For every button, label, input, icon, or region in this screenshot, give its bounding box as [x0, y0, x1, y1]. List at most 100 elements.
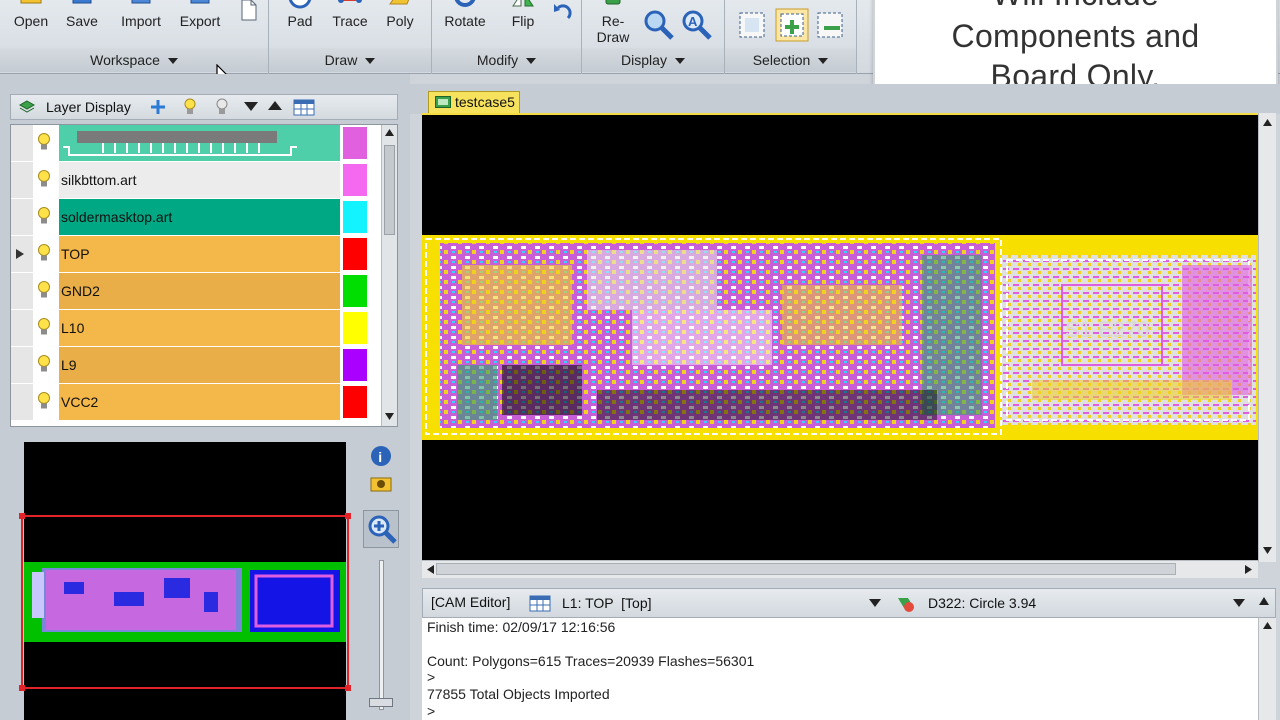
select-box-icon[interactable] [737, 10, 767, 40]
zoom-in-icon [368, 515, 397, 544]
layer-name: VCC2 [59, 384, 340, 420]
lightbulb-on-icon[interactable] [37, 354, 51, 374]
current-layer-arrow-icon [16, 249, 24, 259]
display-group: Re- Draw A Display [582, 0, 725, 74]
layer-list-scrollbar[interactable] [381, 125, 397, 426]
layer-row[interactable]: L10 [11, 310, 383, 346]
zoom-in-button[interactable] [363, 510, 399, 548]
undo-icon[interactable] [552, 0, 574, 22]
aperture-select[interactable]: D322: Circle 3.94 [923, 592, 1248, 614]
layer-color-swatch[interactable] [343, 349, 367, 381]
import-button[interactable]: Import [116, 0, 166, 46]
layer-color-swatch[interactable] [343, 238, 367, 270]
layer-color-swatch[interactable] [343, 386, 367, 418]
zoom-slider-thumb[interactable] [369, 698, 393, 707]
camera-icon[interactable] [370, 473, 392, 493]
save-button[interactable]: Save [57, 0, 107, 46]
layer-select[interactable]: L1: TOP [Top] [557, 592, 887, 614]
scroll-up-icon[interactable] [1263, 622, 1272, 629]
folder-icon [20, 0, 42, 4]
pad-button[interactable]: Pad [275, 0, 325, 46]
chevron-down-icon[interactable] [869, 599, 881, 607]
layer-color-swatch[interactable] [343, 164, 367, 196]
silkscreen-text: S1 E270 [1065, 317, 1149, 342]
layer-row[interactable]: L9 [11, 347, 383, 383]
scrollbar-thumb[interactable] [436, 563, 1176, 575]
zoom-slider-track[interactable] [379, 560, 384, 710]
tab-testcase5[interactable]: testcase5 [428, 91, 520, 113]
export-button[interactable]: Export [175, 0, 225, 46]
document-icon[interactable] [240, 0, 258, 22]
pcb-canvas[interactable]: S1 E270 [422, 113, 1258, 560]
zoom-area-icon[interactable]: A [680, 8, 714, 42]
lightbulb-on-icon[interactable] [37, 206, 51, 226]
scroll-down-icon[interactable] [385, 413, 394, 420]
scroll-down-icon[interactable] [1263, 547, 1272, 554]
layer-row[interactable] [11, 125, 383, 161]
lightbulb-on-icon[interactable] [37, 317, 51, 337]
svg-text:i: i [378, 449, 382, 465]
log-line: > [427, 703, 436, 719]
lightbulb-on-icon[interactable] [37, 280, 51, 300]
selection-dropdown[interactable]: Selection [725, 48, 856, 72]
rotate-button[interactable]: Rotate [440, 0, 490, 46]
move-down-icon[interactable] [244, 102, 258, 112]
poly-button[interactable]: Poly [375, 0, 425, 46]
draw-dropdown[interactable]: Draw [269, 48, 431, 72]
trace-button[interactable]: Trace [325, 0, 375, 46]
scroll-left-icon[interactable] [427, 565, 434, 574]
chevron-down-icon [167, 58, 178, 65]
pcb-board-image: S1 E270 [422, 235, 1258, 440]
layer-row[interactable]: VCC2 [11, 384, 383, 420]
cam-editor-log: Finish time: 02/09/17 12:16:56 Count: Po… [422, 618, 1258, 720]
lightbulb-on-icon[interactable] [37, 243, 51, 263]
select-add-icon[interactable] [775, 8, 809, 42]
layer-name: GND2 [59, 273, 340, 309]
scroll-up-icon[interactable] [1263, 119, 1272, 126]
modify-dropdown[interactable]: Modify [432, 48, 581, 72]
layer-color-swatch[interactable] [343, 275, 367, 307]
select-remove-icon[interactable] [815, 10, 845, 40]
add-layer-icon[interactable] [150, 99, 166, 115]
lightbulb-on-icon[interactable] [37, 391, 51, 411]
display-dropdown[interactable]: Display [582, 48, 724, 72]
layer-table-icon[interactable] [293, 99, 315, 116]
chevron-down-icon[interactable] [1233, 599, 1245, 607]
overview-view-frame[interactable] [19, 513, 351, 691]
export-icon [190, 0, 210, 4]
layer-row[interactable]: silkbttom.art [11, 162, 383, 198]
cam-log-scrollbar[interactable] [1258, 618, 1276, 720]
scrollbar-thumb[interactable] [384, 145, 395, 235]
document-tab-icon [435, 96, 451, 108]
layer-display-title: Layer Display [46, 99, 131, 115]
lightbulb-on-icon[interactable] [183, 97, 197, 117]
layer-row[interactable]: soldermasktop.art [11, 199, 383, 235]
layer-table-icon[interactable] [529, 595, 551, 612]
panel-collapse-icon[interactable] [1259, 597, 1269, 605]
scroll-up-icon[interactable] [385, 129, 394, 136]
lightbulb-off-icon[interactable] [215, 97, 229, 117]
layer-color-swatch[interactable] [343, 312, 367, 344]
info-icon[interactable]: i [370, 445, 392, 467]
lightbulb-on-icon[interactable] [37, 169, 51, 189]
zoom-icon[interactable] [642, 8, 676, 42]
selection-group: Selection [725, 0, 857, 74]
canvas-vertical-scrollbar[interactable] [1258, 113, 1276, 562]
open-button[interactable]: Open [6, 0, 56, 46]
scroll-right-icon[interactable] [1245, 565, 1252, 574]
trace-icon [338, 0, 362, 3]
layer-row[interactable]: GND2 [11, 273, 383, 309]
canvas-horizontal-scrollbar[interactable] [422, 560, 1258, 578]
flip-button[interactable]: Flip [498, 0, 548, 46]
svg-text:A: A [688, 14, 698, 29]
layer-color-swatch[interactable] [343, 201, 367, 233]
layer-display-header: Layer Display [10, 94, 398, 120]
redraw-button[interactable]: Re- Draw [588, 0, 638, 46]
rotate-icon [454, 0, 476, 7]
layer-name [59, 125, 340, 161]
layer-row-active[interactable]: TOP [11, 236, 383, 272]
lightbulb-on-icon[interactable] [37, 132, 51, 152]
layer-color-swatch[interactable] [343, 127, 367, 159]
move-up-icon[interactable] [268, 101, 282, 111]
redraw-icon [605, 0, 621, 5]
